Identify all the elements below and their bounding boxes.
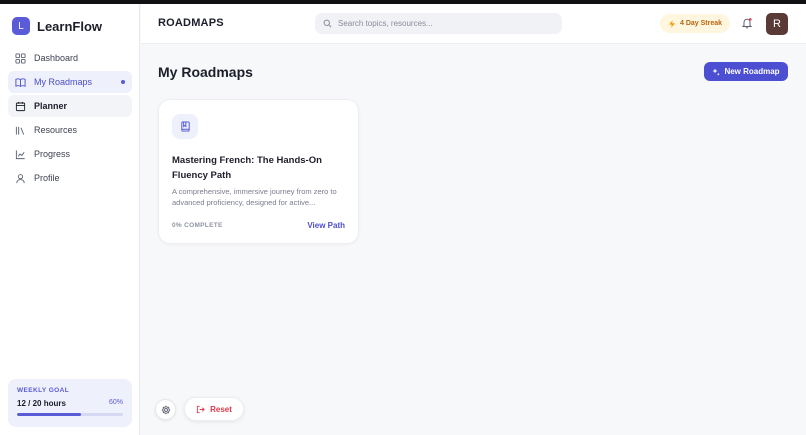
top-header: ROADMAPS 4 Day Streak R bbox=[141, 4, 806, 44]
user-icon bbox=[16, 173, 25, 183]
brand-logo: L bbox=[12, 17, 30, 35]
calendar-icon bbox=[15, 101, 26, 111]
weekly-goal-percent: 60% bbox=[108, 399, 123, 406]
card-icon-wrapper bbox=[172, 114, 198, 139]
sidebar: L LearnFlow Dashboard My Roadmaps Planne… bbox=[0, 4, 140, 435]
sidebar-item-resources[interactable]: Resources bbox=[8, 119, 132, 141]
brand-name: LearnFlow bbox=[37, 18, 103, 34]
weekly-goal-progress-bar bbox=[17, 413, 123, 416]
logout-icon bbox=[196, 405, 205, 413]
streak-label: 4 Day Streak bbox=[680, 20, 723, 27]
streak-badge[interactable]: 4 Day Streak bbox=[660, 14, 731, 33]
weekly-goal-hours: 12 / 20 hours bbox=[17, 399, 66, 408]
sidebar-item-progress[interactable]: Progress bbox=[8, 143, 132, 165]
sidebar-item-label: Dashboard bbox=[34, 53, 79, 63]
reset-label: Reset bbox=[210, 404, 232, 414]
weekly-goal-card: WEEKLY GOAL 12 / 20 hours 60% bbox=[8, 379, 132, 427]
sidebar-item-profile[interactable]: Profile bbox=[8, 167, 132, 189]
sidebar-item-label: Planner bbox=[34, 101, 68, 111]
library-icon bbox=[15, 126, 25, 135]
search-bar[interactable] bbox=[315, 13, 562, 34]
weekly-goal-title: WEEKLY GOAL bbox=[17, 387, 70, 394]
sidebar-item-label: Resources bbox=[34, 125, 78, 135]
new-roadmap-button[interactable]: New Roadmap bbox=[704, 62, 788, 81]
sidebar-item-planner[interactable]: Planner bbox=[8, 95, 132, 117]
search-input[interactable] bbox=[338, 19, 548, 28]
book-icon bbox=[180, 121, 190, 132]
sidebar-item-label: My Roadmaps bbox=[34, 77, 93, 87]
sidebar-item-dashboard[interactable]: Dashboard bbox=[8, 47, 132, 69]
sidebar-item-label: Progress bbox=[34, 149, 71, 159]
chart-line-icon bbox=[15, 149, 25, 159]
avatar[interactable]: R bbox=[766, 13, 788, 35]
roadmap-title: Mastering French: The Hands-On Fluency P… bbox=[172, 155, 322, 181]
page-title: My Roadmaps bbox=[158, 64, 253, 80]
gear-icon bbox=[161, 405, 170, 414]
roadmap-progress: 0% COMPLETE bbox=[172, 222, 223, 229]
lightning-icon bbox=[669, 19, 675, 28]
grid-icon bbox=[15, 52, 26, 64]
book-open-icon bbox=[15, 77, 26, 87]
sidebar-item-my-roadmaps[interactable]: My Roadmaps bbox=[8, 71, 132, 93]
sidebar-item-label: Profile bbox=[34, 173, 60, 183]
settings-button[interactable] bbox=[155, 399, 176, 420]
active-indicator bbox=[121, 80, 125, 84]
new-roadmap-label: New Roadmap bbox=[724, 67, 780, 76]
reset-button[interactable]: Reset bbox=[184, 397, 244, 421]
view-path-link[interactable]: View Path bbox=[307, 221, 345, 230]
roadmap-description: A comprehensive, immersive journey from … bbox=[172, 187, 337, 207]
sparkles-icon bbox=[712, 68, 721, 76]
page-section-title: ROADMAPS bbox=[158, 17, 224, 29]
brand[interactable]: L LearnFlow bbox=[12, 17, 102, 35]
search-icon bbox=[323, 19, 332, 28]
weekly-goal-progress-fill bbox=[17, 413, 81, 416]
roadmap-card[interactable]: Mastering French: The Hands-On Fluency P… bbox=[158, 99, 359, 244]
bell-icon[interactable] bbox=[741, 17, 753, 29]
sidebar-nav: Dashboard My Roadmaps Planner Resources … bbox=[8, 47, 132, 191]
